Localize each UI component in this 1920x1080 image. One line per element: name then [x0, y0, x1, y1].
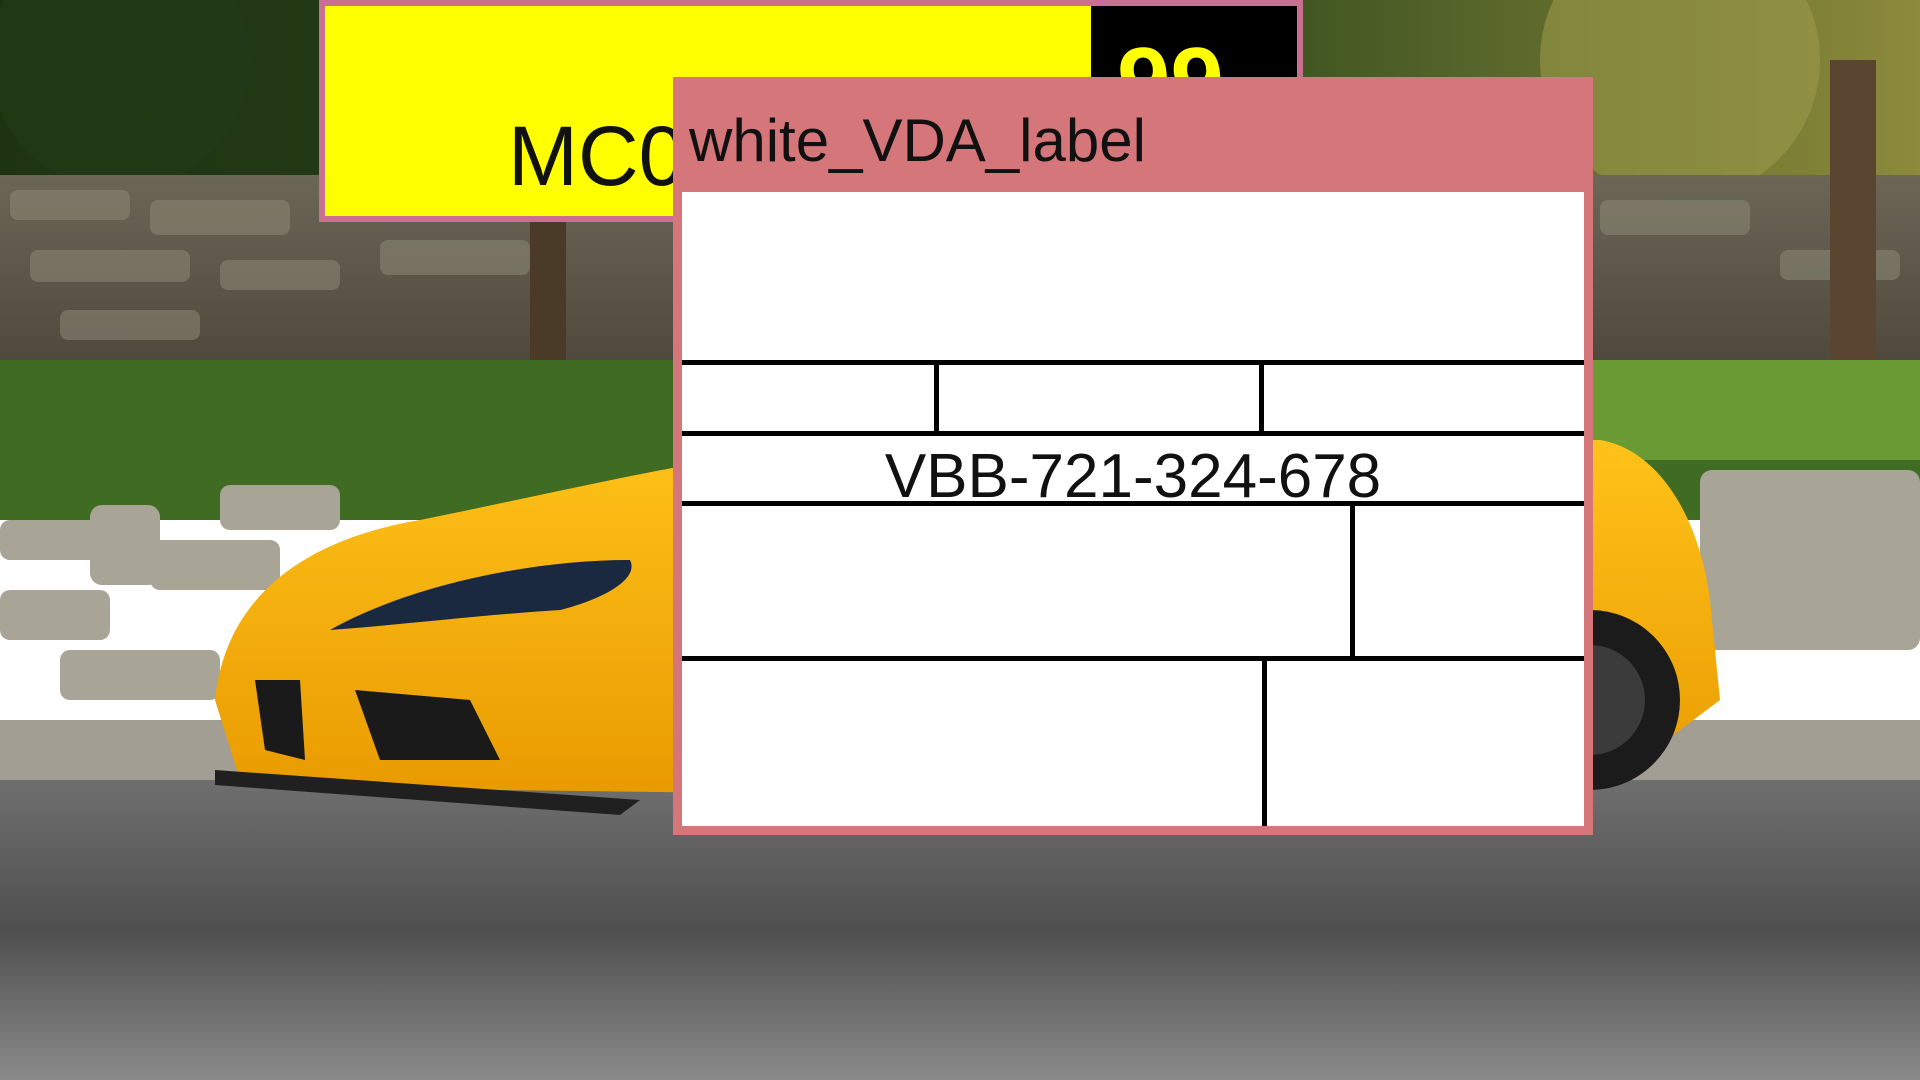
vda-grid-line-row-2	[682, 431, 1584, 436]
vda-label-title: white_VDA_label	[689, 107, 1146, 174]
vda-grid-line-row-3	[682, 501, 1584, 506]
vda-grid-divider-3	[1350, 501, 1355, 661]
vda-grid-line-row-1	[682, 360, 1584, 365]
yellow-label-code: MC0	[508, 109, 686, 203]
vda-grid-line-row-4	[682, 656, 1584, 661]
vda-label-window[interactable]: white_VDA_label VBB-721-324-678	[673, 77, 1593, 835]
vda-label-body: VBB-721-324-678	[682, 192, 1584, 826]
vda-grid-divider-4	[1262, 656, 1267, 826]
photo-scene: MC0 99 white_VDA_label VBB-721-324-678	[0, 0, 1920, 1080]
vda-label-number: VBB-721-324-678	[884, 442, 1382, 511]
vda-grid-divider-1	[934, 360, 939, 436]
vda-grid-divider-2	[1259, 360, 1264, 436]
